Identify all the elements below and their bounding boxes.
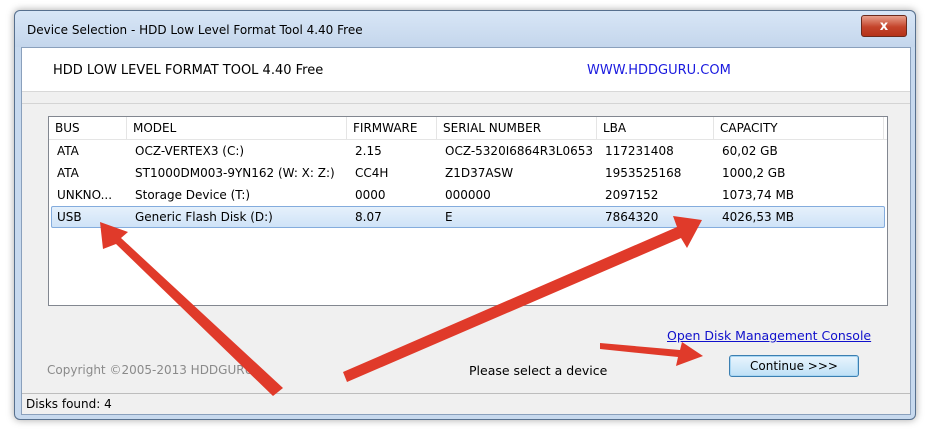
- cell-bus: ATA: [57, 166, 79, 180]
- cell-lba: 1953525168: [605, 166, 682, 180]
- website-url[interactable]: WWW.HDDGURU.COM: [587, 63, 731, 78]
- table-row-selected[interactable]: USB Generic Flash Disk (D:) 8.07 E 78643…: [51, 206, 885, 228]
- disks-found-count: Disks found: 4: [26, 397, 112, 411]
- cell-bus: UNKNO...: [57, 188, 113, 202]
- app-header: HDD LOW LEVEL FORMAT TOOL 4.40 Free WWW.…: [22, 48, 910, 92]
- device-list-header: BUS MODEL FIRMWARE SERIAL NUMBER LBA CAP…: [49, 117, 887, 140]
- cell-model: OCZ-VERTEX3 (C:): [135, 144, 245, 158]
- cell-lba: 2097152: [605, 188, 659, 202]
- cell-lba: 7864320: [605, 210, 659, 224]
- close-icon: x: [879, 18, 889, 34]
- column-header-firmware[interactable]: FIRMWARE: [347, 117, 437, 139]
- divider: [22, 103, 910, 104]
- column-header-capacity[interactable]: CAPACITY: [714, 117, 884, 139]
- copyright-text: Copyright ©2005-2013 HDDGURU: [47, 363, 254, 377]
- cell-serial: Z1D37ASW: [445, 166, 514, 180]
- cell-bus: ATA: [57, 144, 79, 158]
- column-header-serial[interactable]: SERIAL NUMBER: [437, 117, 597, 139]
- table-row[interactable]: ATA ST1000DM003-9YN162 (W: X: Z:) CC4H Z…: [51, 163, 885, 183]
- status-bar: Disks found: 4: [22, 393, 910, 414]
- dialog-client-area: HDD LOW LEVEL FORMAT TOOL 4.40 Free WWW.…: [21, 47, 911, 415]
- close-button[interactable]: x: [861, 15, 907, 37]
- cell-firmware: 0000: [355, 188, 386, 202]
- device-selection-window: Device Selection - HDD Low Level Format …: [14, 10, 916, 420]
- cell-capacity: 4026,53 MB: [722, 210, 795, 224]
- disk-management-link[interactable]: Open Disk Management Console: [667, 328, 871, 343]
- table-row[interactable]: UNKNO... Storage Device (T:) 0000 000000…: [51, 185, 885, 205]
- cell-serial: 000000: [445, 188, 491, 202]
- cell-firmware: CC4H: [355, 166, 389, 180]
- device-list[interactable]: BUS MODEL FIRMWARE SERIAL NUMBER LBA CAP…: [48, 116, 888, 306]
- window-title: Device Selection - HDD Low Level Format …: [27, 23, 363, 37]
- cell-model: Storage Device (T:): [135, 188, 251, 202]
- cell-bus: USB: [57, 210, 82, 224]
- cell-serial: E: [445, 210, 453, 224]
- column-header-bus[interactable]: BUS: [49, 117, 127, 139]
- column-header-lba[interactable]: LBA: [597, 117, 714, 139]
- table-row[interactable]: ATA OCZ-VERTEX3 (C:) 2.15 OCZ-5320I6864R…: [51, 141, 885, 161]
- cell-lba: 117231408: [605, 144, 674, 158]
- title-bar: Device Selection - HDD Low Level Format …: [15, 11, 915, 47]
- cell-capacity: 1000,2 GB: [722, 166, 786, 180]
- cell-model: ST1000DM003-9YN162 (W: X: Z:): [135, 166, 335, 180]
- cell-firmware: 2.15: [355, 144, 382, 158]
- column-header-model[interactable]: MODEL: [127, 117, 347, 139]
- select-device-prompt: Please select a device: [469, 363, 608, 378]
- cell-serial: OCZ-5320I6864R3L0653: [445, 144, 593, 158]
- cell-capacity: 1073,74 MB: [722, 188, 795, 202]
- cell-model: Generic Flash Disk (D:): [135, 210, 273, 224]
- app-name: HDD LOW LEVEL FORMAT TOOL 4.40 Free: [53, 63, 324, 78]
- continue-button[interactable]: Continue >>>: [729, 355, 859, 377]
- cell-capacity: 60,02 GB: [722, 144, 778, 158]
- cell-firmware: 8.07: [355, 210, 382, 224]
